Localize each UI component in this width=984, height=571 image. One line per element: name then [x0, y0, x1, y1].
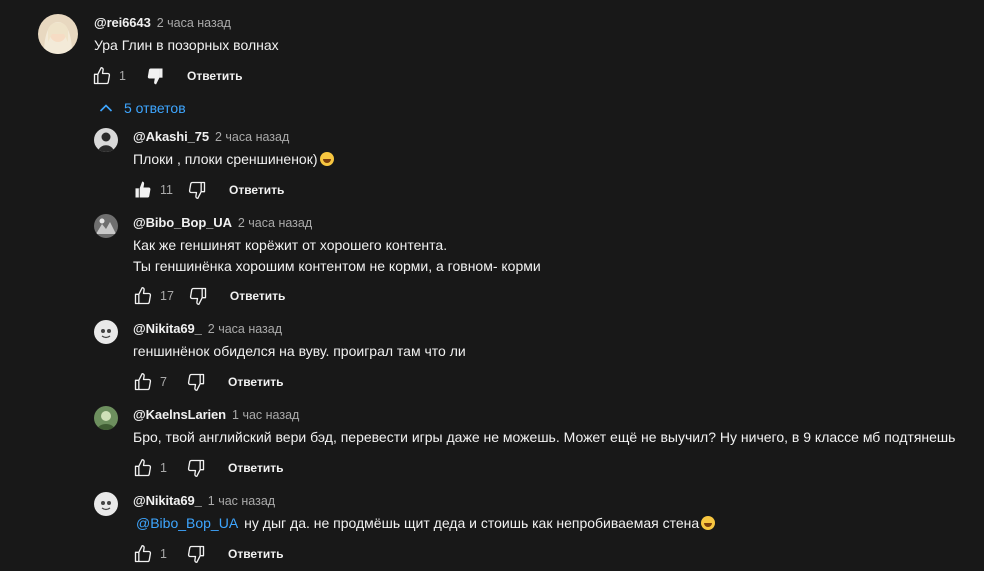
thumb-up-icon[interactable]: [133, 286, 153, 306]
reply-button[interactable]: Ответить: [228, 461, 283, 475]
avatar[interactable]: [94, 406, 118, 430]
reply-time[interactable]: 1 час назад: [208, 494, 275, 508]
mention-link[interactable]: @Bibo_Bop_UA: [136, 515, 238, 531]
reply-author[interactable]: @Nikita69_: [133, 321, 202, 336]
rofl-emoji: [701, 516, 716, 530]
like-count: 1: [160, 461, 167, 475]
reply-time[interactable]: 2 часа назад: [215, 130, 289, 144]
like-count: 11: [160, 183, 173, 197]
reply-header: @KaelnsLarien 1 час назад: [133, 407, 299, 422]
thumb-down-icon[interactable]: [186, 372, 206, 392]
reply-time[interactable]: 2 часа назад: [238, 216, 312, 230]
like-count: 1: [119, 69, 126, 83]
laughing-emoji: [319, 152, 334, 166]
reply-actions: 7 Ответить: [133, 370, 283, 394]
chevron-up-icon: [99, 104, 113, 112]
reply-text-line: ну дыг да. не продмёшь щит деда и стоишь…: [244, 515, 700, 531]
reply-text: Как же геншинят корёжит от хорошего конт…: [133, 235, 541, 277]
avatar[interactable]: [94, 492, 118, 516]
reply-header: @Akashi_75 2 часа назад: [133, 129, 289, 144]
reply-text: @Bibo_Bop_UA ну дыг да. не продмёшь щит д…: [136, 513, 716, 534]
reply-text: геншинёнок обиделся на вуву. проиграл та…: [133, 343, 466, 359]
reply-author[interactable]: @Nikita69_: [133, 493, 202, 508]
replies-toggle[interactable]: 5 ответов: [98, 100, 186, 116]
reply-text-line: Ты геншинёнка хорошим контентом не корми…: [133, 258, 541, 274]
reply-actions: 11 Ответить: [133, 178, 284, 202]
reply-author[interactable]: @Bibo_Bop_UA: [133, 215, 232, 230]
reply-actions: 17 Ответить: [133, 284, 285, 308]
reply-button[interactable]: Ответить: [228, 547, 283, 561]
thumb-down-filled-icon[interactable]: [145, 66, 165, 86]
comment-actions: 1 Ответить: [92, 64, 242, 88]
reply-text: Бро, твой английский вери бэд, перевести…: [133, 429, 956, 445]
reply-button[interactable]: Ответить: [229, 183, 284, 197]
reply-actions: 1 Ответить: [133, 542, 283, 566]
avatar[interactable]: [38, 14, 78, 54]
like-count: 17: [160, 289, 174, 303]
comment-time[interactable]: 2 часа назад: [157, 16, 231, 30]
reply-time[interactable]: 2 часа назад: [208, 322, 282, 336]
reply-text-line: Плоки , плоки среншиненок): [133, 151, 318, 167]
reply-header: @Bibo_Bop_UA 2 часа назад: [133, 215, 312, 230]
like-count: 1: [160, 547, 167, 561]
thumb-down-icon[interactable]: [186, 544, 206, 564]
thumb-up-icon[interactable]: [133, 372, 153, 392]
reply-button[interactable]: Ответить: [230, 289, 285, 303]
reply-actions: 1 Ответить: [133, 456, 283, 480]
thumb-up-filled-icon[interactable]: [133, 180, 153, 200]
thumb-up-icon[interactable]: [133, 458, 153, 478]
avatar[interactable]: [94, 214, 118, 238]
thumb-down-icon[interactable]: [188, 286, 208, 306]
avatar[interactable]: [94, 320, 118, 344]
thumb-down-icon[interactable]: [187, 180, 207, 200]
reply-header: @Nikita69_ 1 час назад: [133, 493, 275, 508]
comment-header: @rei6643 2 часа назад: [94, 15, 231, 30]
comment-author[interactable]: @rei6643: [94, 15, 151, 30]
comment-text: Ура Глин в позорных волнах: [94, 37, 279, 53]
like-count: 7: [160, 375, 167, 389]
reply-header: @Nikita69_ 2 часа назад: [133, 321, 282, 336]
reply-button[interactable]: Ответить: [228, 375, 283, 389]
thumb-up-icon[interactable]: [133, 544, 153, 564]
thumb-down-icon[interactable]: [186, 458, 206, 478]
reply-text-line: Как же геншинят корёжит от хорошего конт…: [133, 237, 448, 253]
thumb-up-icon[interactable]: [92, 66, 112, 86]
replies-toggle-label: 5 ответов: [124, 100, 186, 116]
reply-button[interactable]: Ответить: [187, 69, 242, 83]
reply-text: Плоки , плоки среншиненок): [133, 149, 334, 170]
avatar[interactable]: [94, 128, 118, 152]
reply-time[interactable]: 1 час назад: [232, 408, 299, 422]
reply-author[interactable]: @Akashi_75: [133, 129, 209, 144]
reply-author[interactable]: @KaelnsLarien: [133, 407, 226, 422]
